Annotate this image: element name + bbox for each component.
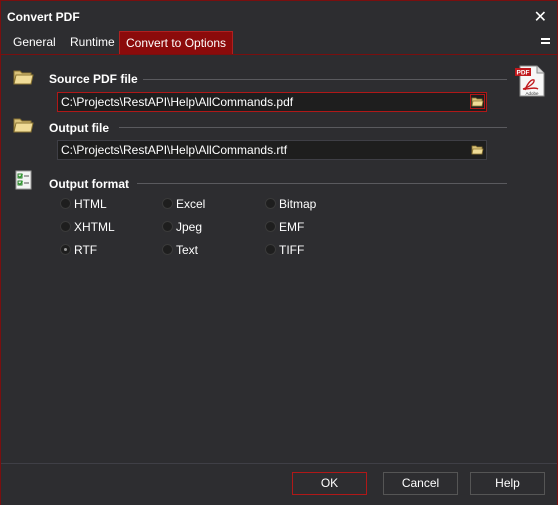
ok-button[interactable]: OK (292, 472, 367, 495)
radio-excel[interactable]: Excel (162, 196, 252, 212)
radio-button[interactable] (60, 198, 71, 209)
tab-runtime[interactable]: Runtime (64, 31, 121, 54)
help-button[interactable]: Help (470, 472, 545, 495)
title-bar: Convert PDF ✕ (1, 1, 557, 31)
radio-rtf[interactable]: RTF (60, 242, 150, 258)
radio-label: XHTML (74, 220, 115, 234)
section-divider (143, 79, 507, 80)
section-divider (137, 183, 507, 184)
browse-folder-icon[interactable] (471, 143, 484, 156)
radio-label: Jpeg (176, 220, 203, 234)
browse-folder-icon[interactable] (470, 94, 485, 109)
radio-label: TIFF (279, 243, 305, 257)
radio-text[interactable]: Text (162, 242, 252, 258)
radio-button[interactable] (60, 244, 71, 255)
window-title: Convert PDF (7, 10, 80, 24)
tab-menu-icon[interactable] (541, 37, 551, 47)
tab-strip: General Runtime Convert to Options (1, 31, 557, 55)
output-file-label: Output file (49, 121, 109, 135)
radio-label: Bitmap (279, 197, 317, 211)
folder-icon (13, 70, 34, 85)
output-format-label: Output format (49, 177, 129, 191)
section-divider (119, 127, 507, 128)
folder-icon (13, 118, 34, 133)
radio-emf[interactable]: EMF (265, 219, 355, 235)
radio-button[interactable] (162, 244, 173, 255)
cancel-button[interactable]: Cancel (383, 472, 458, 495)
radio-button[interactable] (265, 221, 276, 232)
radio-button[interactable] (265, 244, 276, 255)
radio-button[interactable] (60, 221, 71, 232)
pdf-document-icon: PDF Adobe (515, 65, 545, 97)
source-pdf-label: Source PDF file (49, 72, 138, 86)
checklist-icon (15, 170, 32, 190)
radio-bitmap[interactable]: Bitmap (265, 196, 355, 212)
button-bar: OK Cancel Help (1, 463, 557, 505)
radio-label: Text (176, 243, 199, 257)
adobe-caption: Adobe (525, 91, 539, 96)
radio-tiff[interactable]: TIFF (265, 242, 355, 258)
radio-button[interactable] (162, 221, 173, 232)
tab-general[interactable]: General (7, 31, 62, 54)
radio-label: EMF (279, 220, 305, 234)
radio-label: Excel (176, 197, 206, 211)
radio-xhtml[interactable]: XHTML (60, 219, 150, 235)
output-file-field[interactable]: C:\Projects\RestAPI\Help\AllCommands.rtf (57, 140, 487, 160)
radio-button[interactable] (162, 198, 173, 209)
options-panel: Source PDF file C:\Projects\RestAPI\Help… (3, 55, 555, 463)
radio-button[interactable] (265, 198, 276, 209)
radio-label: HTML (74, 197, 107, 211)
output-file-value: C:\Projects\RestAPI\Help\AllCommands.rtf (61, 143, 288, 157)
radio-label: RTF (74, 243, 98, 257)
tab-convert-to-options[interactable]: Convert to Options (119, 31, 234, 54)
radio-html[interactable]: HTML (60, 196, 150, 212)
pdf-badge-text: PDF (517, 70, 530, 77)
source-pdf-field[interactable]: C:\Projects\RestAPI\Help\AllCommands.pdf (57, 92, 487, 112)
radio-jpeg[interactable]: Jpeg (162, 219, 252, 235)
close-icon[interactable]: ✕ (534, 7, 547, 27)
source-pdf-value: C:\Projects\RestAPI\Help\AllCommands.pdf (61, 95, 294, 109)
convert-pdf-dialog: Convert PDF ✕ General Runtime Convert to… (0, 0, 558, 505)
